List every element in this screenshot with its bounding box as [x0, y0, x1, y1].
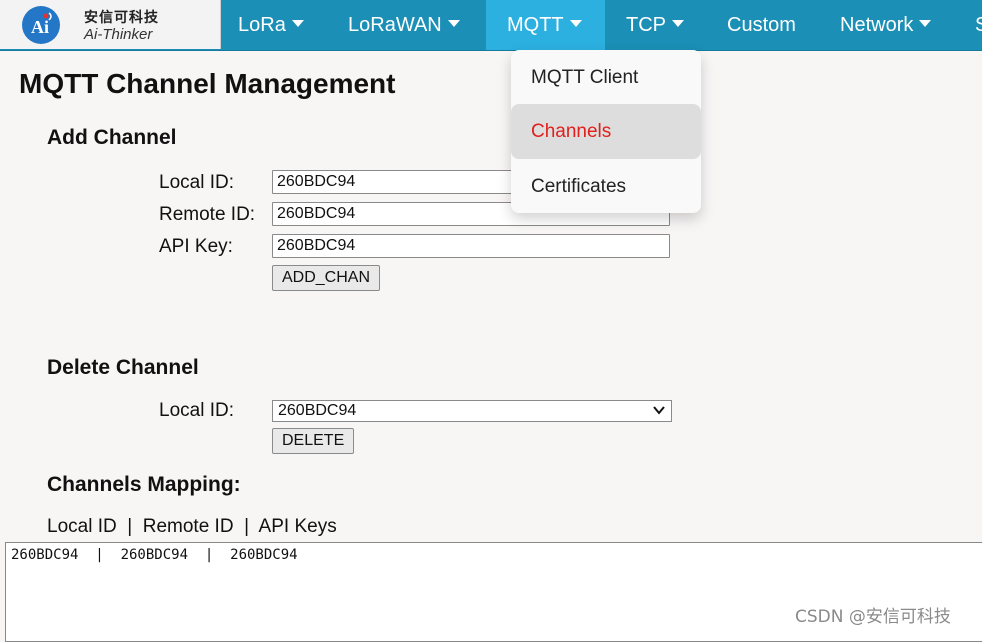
menu-item-mqtt-client[interactable]: MQTT Client	[511, 50, 701, 105]
caret-down-icon	[291, 20, 304, 28]
caret-down-icon	[919, 20, 932, 28]
svg-text:A: A	[31, 17, 44, 37]
nav-label: LoRaWAN	[348, 14, 442, 36]
caret-down-icon	[569, 20, 582, 28]
nav-mqtt[interactable]: MQTT	[486, 0, 605, 50]
nav-tcp[interactable]: TCP	[626, 0, 684, 50]
add-remote-id-label: Remote ID:	[159, 204, 256, 225]
brand-name-en: Ai-Thinker	[84, 26, 153, 43]
caret-down-icon	[672, 20, 684, 28]
menu-item-channels[interactable]: Channels	[511, 104, 701, 159]
mapping-row: 260BDC94 | 260BDC94 | 260BDC94	[11, 547, 298, 563]
mqtt-dropdown-menu: MQTT Client Channels Certificates	[511, 50, 701, 213]
nav-custom[interactable]: Custom	[727, 0, 796, 50]
caret-down-icon	[447, 20, 460, 28]
delete-local-id-select[interactable]: 260BDC94	[272, 400, 672, 422]
select-value: 260BDC94	[278, 402, 357, 419]
chevron-down-icon	[653, 406, 665, 415]
nav-label: LoRa	[238, 14, 286, 36]
nav-label: TCP	[626, 14, 666, 36]
page-title: MQTT Channel Management	[19, 68, 396, 99]
add-local-id-label: Local ID:	[159, 172, 234, 193]
add-api-key-input[interactable]: 260BDC94	[272, 234, 670, 258]
nav-network[interactable]: Network	[840, 0, 932, 50]
delete-channel-heading: Delete Channel	[47, 356, 199, 379]
nav-lora[interactable]: LoRa	[238, 0, 304, 50]
delete-local-id-label: Local ID:	[159, 400, 234, 421]
mapping-textarea[interactable]: 260BDC94 | 260BDC94 | 260BDC94	[5, 542, 982, 642]
menu-item-certificates[interactable]: Certificates	[511, 159, 701, 214]
nav-label: S	[975, 14, 982, 36]
nav-lorawan[interactable]: LoRaWAN	[348, 0, 460, 50]
add-channel-button[interactable]: ADD_CHAN	[272, 265, 381, 291]
nav-label: Network	[840, 14, 914, 36]
svg-text:i: i	[44, 17, 49, 37]
watermark: CSDN @安信可科技	[795, 607, 951, 627]
brand-name-cn: 安信可科技	[84, 10, 159, 26]
add-channel-heading: Add Channel	[47, 126, 177, 149]
channels-mapping-heading: Channels Mapping:	[47, 473, 241, 496]
mapping-column-headers: Local ID | Remote ID | API Keys	[47, 516, 337, 537]
top-navigation: A i 安信可科技 Ai-Thinker LoRa LoRaWAN MQTT T…	[0, 0, 982, 51]
ai-logo-icon: A i	[22, 6, 60, 44]
nav-label: MQTT	[507, 14, 564, 36]
add-api-key-label: API Key:	[159, 236, 233, 257]
nav-label: Custom	[727, 14, 796, 36]
brand-logo[interactable]: A i 安信可科技 Ai-Thinker	[0, 0, 221, 49]
nav-more[interactable]: S	[975, 0, 982, 50]
delete-button[interactable]: DELETE	[272, 428, 355, 454]
